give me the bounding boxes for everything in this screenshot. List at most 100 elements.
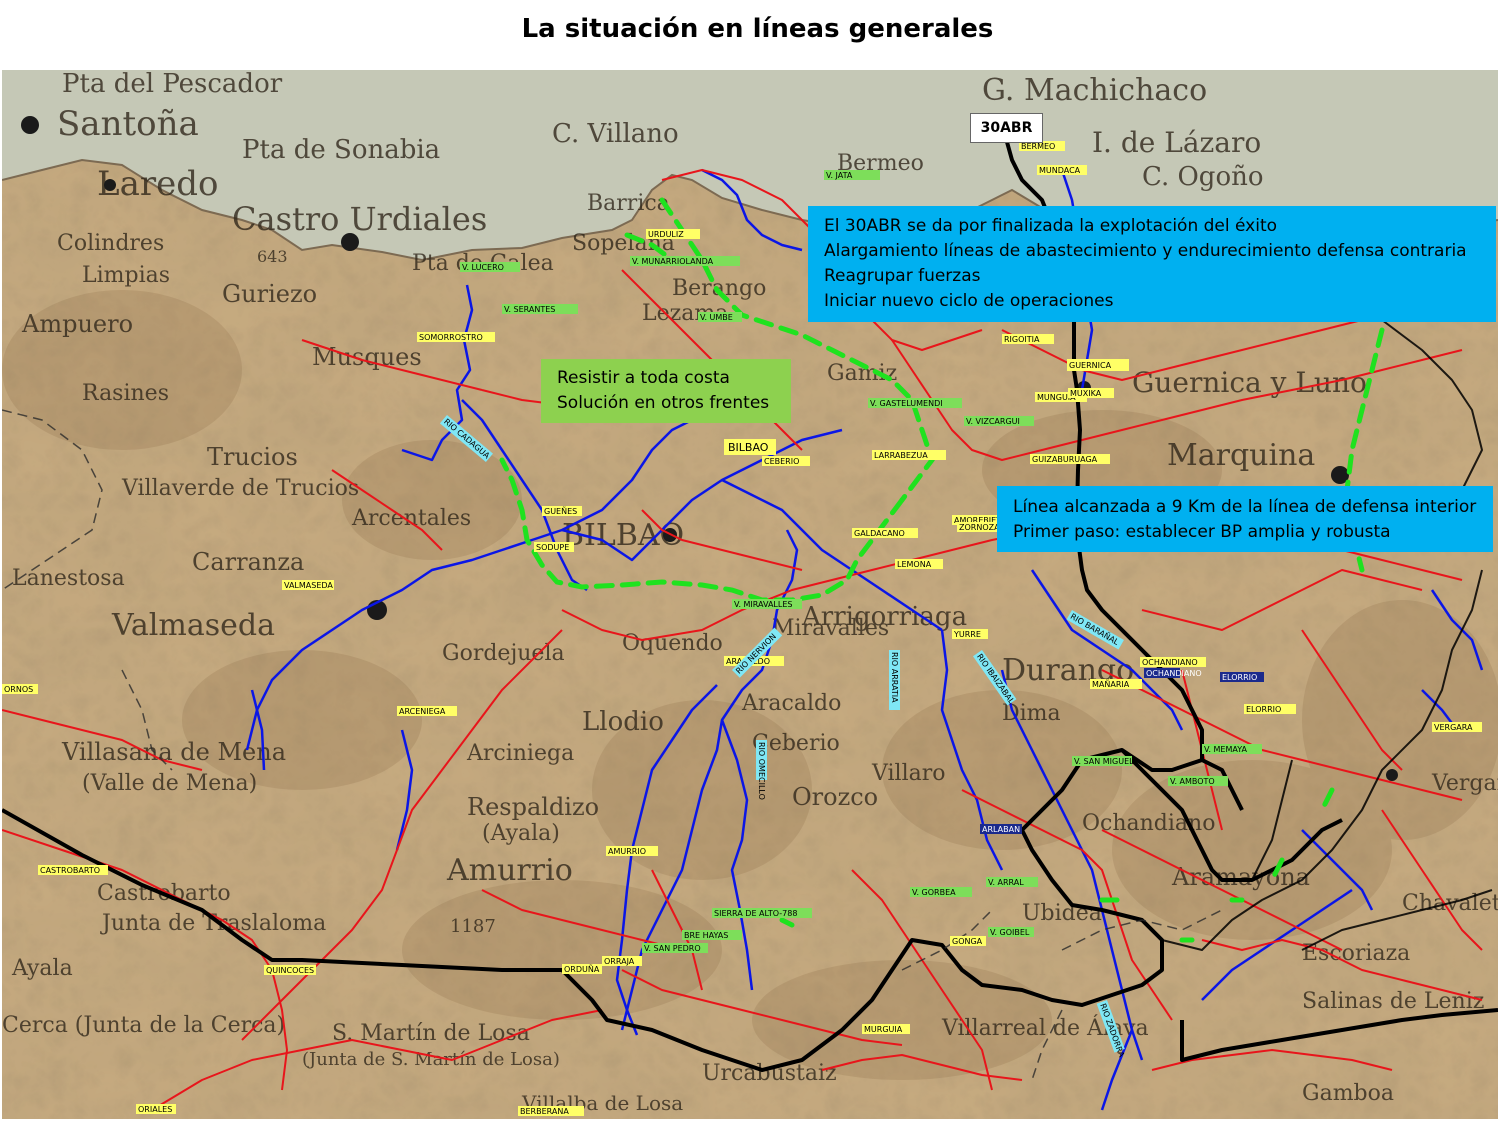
map-label: ORDUÑA <box>564 964 600 974</box>
map-label: RIO ARRATIA <box>890 652 899 703</box>
place-name: Miravalles <box>772 616 889 641</box>
place-name: Villaverde de Trucios <box>121 476 359 501</box>
map-label: ORNOS <box>4 685 33 694</box>
place-name: Llodio <box>582 707 664 737</box>
place-name: Ampuero <box>21 310 133 338</box>
map-label: GONGA <box>952 937 983 946</box>
map-label: V. SERANTES <box>504 305 555 314</box>
map-label: V. VIZCARGUI <box>966 417 1020 426</box>
place-name: Arciniega <box>466 741 574 766</box>
map-label: BERMEO <box>1021 142 1055 151</box>
page-title: La situación en líneas generales <box>521 14 994 44</box>
place-name: Villasana de Mena <box>61 738 286 766</box>
place-name: Gamboa <box>1302 1081 1394 1106</box>
map-label: ORIALES <box>138 1105 172 1114</box>
map-label: SODUPE <box>536 543 569 552</box>
map-label: V. MIRAVALLES <box>734 600 792 609</box>
place-name: Musques <box>312 343 422 371</box>
date-label: 30ABR <box>970 113 1043 143</box>
place-name: Colindres <box>57 231 164 256</box>
note-line: El 30ABR se da por finalizada la explota… <box>824 216 1278 236</box>
place-name: 643 <box>257 247 288 266</box>
map-label: GUERNICA <box>1069 361 1112 370</box>
map-label: V. ARRAL <box>988 878 1024 887</box>
note-line: Primer paso: establecer BP amplia y robu… <box>1013 522 1391 542</box>
note-line: Línea alcanzada a 9 Km de la línea de de… <box>1013 497 1477 517</box>
place-name: Ayala <box>11 956 73 981</box>
resist-note: Resistir a toda costa Solución en otros … <box>541 359 791 423</box>
note-line: Alargamiento líneas de abastecimiento y … <box>824 241 1467 261</box>
place-name: Orozco <box>792 783 878 811</box>
map-label: URDULIZ <box>648 230 684 239</box>
place-name: (Ayala) <box>482 821 560 846</box>
place-name: Urcabustaiz <box>702 1061 837 1086</box>
map-label: BILBAO <box>728 441 769 454</box>
map-label: SOMORROSTRO <box>419 333 483 342</box>
place-name: Escoriaza <box>1302 941 1410 966</box>
place-name: (Valle de Mena) <box>82 771 257 796</box>
map-label: V. GORBEA <box>912 888 956 897</box>
map-label: VALMASEDA <box>284 581 333 590</box>
map-label: BRE HAYAS <box>684 931 728 940</box>
place-name: C. Villano <box>552 119 679 149</box>
place-name: I. de Lázaro <box>1092 126 1261 159</box>
map-label: OCHANDIANO <box>1146 669 1202 678</box>
map-label: ORRAJA <box>604 957 635 966</box>
place-name: Barrica <box>587 191 670 216</box>
map-label: CEBERIO <box>764 457 799 466</box>
map-label: V. GASTELUMENDI <box>870 399 943 408</box>
place-name: Marquina <box>1167 438 1315 473</box>
map-label: V. SAN MIGUEL <box>1074 757 1134 766</box>
map-label: GUIZABURUAGA <box>1032 455 1098 464</box>
place-name: Arcentales <box>351 506 471 531</box>
place-name: (Junta de S. Martín de Losa) <box>302 1049 560 1070</box>
map-label: V. GOIBEL <box>990 928 1030 937</box>
exploitation-note: El 30ABR se da por finalizada la explota… <box>808 206 1496 322</box>
place-name: Valmaseda <box>111 608 275 643</box>
place-name: Castro Urdiales <box>232 200 487 238</box>
map-label: LEMONA <box>897 560 932 569</box>
map-label: V. JATA <box>826 171 853 180</box>
place-name: Lanestosa <box>12 566 125 591</box>
note-line: Reagrupar fuerzas <box>824 266 981 286</box>
map-label: ARCENIEGA <box>399 707 446 716</box>
map-label: BERBERANA <box>520 1107 569 1116</box>
map-label: CASTROBARTO <box>40 866 100 875</box>
map-label: ELORRIO <box>1222 673 1257 682</box>
place-name: Ubidea <box>1022 901 1102 926</box>
place-name: 1187 <box>450 916 496 937</box>
place-name: C. Ogoño <box>1142 162 1264 192</box>
note-line: Resistir a toda costa <box>557 368 730 388</box>
place-name: Carranza <box>192 548 304 576</box>
place-name: G. Machichaco <box>982 73 1207 108</box>
place-name: Vergara <box>1431 771 1498 796</box>
place-name: Berango <box>672 276 766 301</box>
map-label: V. SAN PEDRO <box>644 944 701 953</box>
map-label: MURGUIA <box>864 1025 903 1034</box>
place-name: Pta de Sonabia <box>242 135 440 165</box>
map-label: ZORNOZA <box>959 523 1000 532</box>
map-label: VERGARA <box>1434 723 1473 732</box>
map-label: GALDACANO <box>854 529 905 538</box>
place-name: Cerca (Junta de la Cerca) <box>2 1013 285 1038</box>
map-label: OCHANDIANO <box>1142 658 1198 667</box>
map-label: V. UMBE <box>700 313 733 322</box>
map-label: MAÑARIA <box>1092 679 1130 689</box>
map-label: V. LUCERO <box>462 263 504 272</box>
map-label: YURRE <box>953 630 981 639</box>
place-name: Guriezo <box>222 280 317 308</box>
note-line: Solución en otros frentes <box>557 393 770 413</box>
place-name: Respaldizo <box>467 793 599 821</box>
map-label: LARRABEZUA <box>874 451 928 460</box>
map-label: SIERRA DE ALTO-788 <box>714 909 797 918</box>
note-line: Iniciar nuevo ciclo de operaciones <box>824 291 1114 311</box>
map-label: AMURRIO <box>608 847 646 856</box>
map-label: V. MUNARRIOLANDA <box>632 257 714 266</box>
map-label: GUEÑES <box>544 506 577 516</box>
place-name: Amurrio <box>446 853 573 888</box>
map-label: RIO OMECILLO <box>757 742 766 800</box>
line-reached-note: Línea alcanzada a 9 Km de la línea de de… <box>997 486 1493 552</box>
map-label: V. AMBOTO <box>1170 777 1215 786</box>
place-name: Santoña <box>57 104 199 144</box>
place-name: Limpias <box>82 263 170 288</box>
